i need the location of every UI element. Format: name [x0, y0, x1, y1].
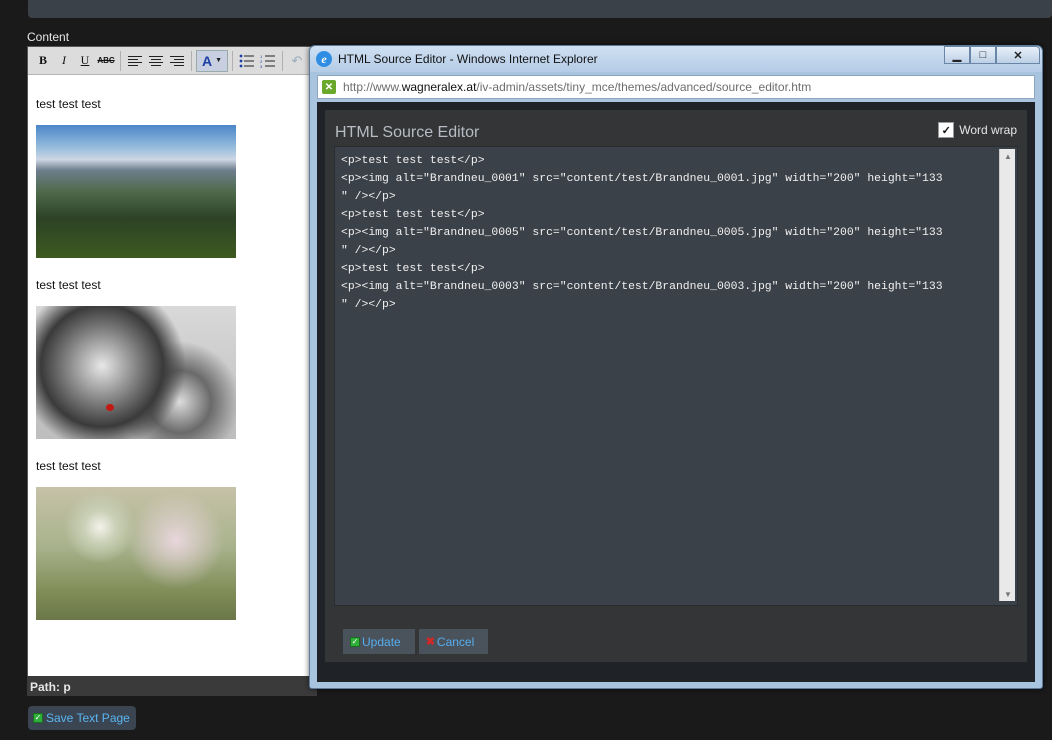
scroll-up-icon[interactable]: ▲ — [1000, 149, 1016, 163]
document-paragraph[interactable]: test test test — [36, 97, 308, 111]
editor-document[interactable]: test test test test test test test test … — [28, 75, 316, 620]
top-panel-bar — [28, 0, 1052, 18]
undo-button[interactable]: ↶ — [287, 51, 307, 71]
undo-icon: ↶ — [291, 52, 303, 68]
bullet-list-button[interactable] — [237, 51, 257, 71]
address-prefix: http://www. — [343, 80, 402, 94]
cancel-label: Cancel — [436, 634, 475, 649]
word-wrap-label: Word wrap — [959, 123, 1017, 137]
address-path: /iv-admin/assets/tiny_mce/themes/advance… — [476, 80, 812, 94]
source-line: " /></p> — [341, 191, 396, 203]
update-label: Update — [362, 634, 401, 649]
internet-explorer-icon: e — [316, 51, 332, 67]
align-center-button[interactable] — [146, 51, 166, 71]
italic-button[interactable]: I — [54, 51, 74, 71]
align-left-icon — [128, 55, 142, 66]
address-bar[interactable]: ✕ http://www. wagneralex.at/iv-admin/asse… — [317, 75, 1035, 99]
cancel-x-icon: ✖ — [425, 636, 435, 648]
source-line: " /></p> — [341, 299, 396, 311]
thistle-image[interactable] — [36, 306, 236, 439]
save-text-page-label: Save Text Page — [46, 711, 130, 725]
align-left-button[interactable] — [125, 51, 145, 71]
source-line: <p><img alt="Brandneu_0005" src="content… — [341, 227, 943, 239]
flower-image[interactable] — [36, 487, 236, 620]
chevron-down-icon: ▼ — [215, 57, 223, 64]
scroll-down-icon[interactable]: ▼ — [1000, 587, 1016, 601]
save-text-page-button[interactable]: ✓ Save Text Page — [28, 706, 136, 730]
numbered-list-button[interactable]: 123 — [258, 51, 278, 71]
word-wrap-checkbox[interactable]: ✓ — [938, 122, 955, 138]
element-path-bar: Path: p — [27, 676, 317, 696]
toolbar-divider — [191, 50, 192, 71]
ie-popup-window: e HTML Source Editor - Windows Internet … — [309, 45, 1043, 689]
source-line: <p>test test test</p> — [341, 155, 485, 167]
strikethrough-button[interactable]: ABC — [96, 51, 116, 71]
cancel-button[interactable]: ✖ Cancel — [418, 629, 489, 654]
ie-title-bar[interactable]: e HTML Source Editor - Windows Internet … — [310, 46, 1042, 72]
underline-button[interactable]: U — [75, 51, 95, 71]
source-line: <p>test test test</p> — [341, 263, 485, 275]
toolbar-divider — [282, 50, 283, 71]
editor-toolbar: B I U ABC A ▼ 123 ↶ — [28, 47, 316, 75]
numbered-list-icon: 123 — [260, 54, 275, 68]
font-color-icon: A — [201, 52, 213, 69]
minimize-button[interactable]: ▁ — [944, 46, 970, 64]
close-icon: ✕ — [1013, 49, 1023, 62]
close-window-button[interactable]: ✕ — [996, 46, 1040, 64]
toolbar-divider — [232, 50, 233, 71]
word-wrap-toggle[interactable]: ✓ Word wrap — [938, 122, 1017, 138]
checkmark-icon: ✓ — [350, 636, 360, 647]
window-controls: ▁ □ ✕ — [944, 46, 1040, 64]
update-button[interactable]: ✓ Update — [343, 629, 415, 654]
checkmark-icon: ✓ — [33, 713, 43, 723]
source-textarea[interactable]: <p>test test test</p> <p><img alt="Brandn… — [334, 146, 1018, 606]
ie-content-area: HTML Source Editor ✓ Word wrap <p>test t… — [317, 102, 1035, 682]
page-status-icon: ✕ — [322, 80, 336, 94]
maximize-button[interactable]: □ — [970, 46, 996, 64]
ladybug-detail — [106, 404, 114, 411]
source-line: <p>test test test</p> — [341, 209, 485, 221]
bold-button[interactable]: B — [33, 51, 53, 71]
source-scrollbar[interactable]: ▲ ▼ — [999, 149, 1015, 601]
align-center-icon — [149, 55, 163, 66]
source-line: <p><img alt="Brandneu_0001" src="content… — [341, 173, 943, 185]
document-paragraph[interactable]: test test test — [36, 278, 308, 292]
mountain-image[interactable] — [36, 125, 236, 258]
maximize-icon: □ — [979, 49, 987, 61]
content-label: Content — [27, 30, 70, 44]
dialog-title: HTML Source Editor — [335, 124, 480, 141]
align-right-button[interactable] — [167, 51, 187, 71]
address-domain: wagneralex.at — [401, 80, 477, 94]
toolbar-divider — [120, 50, 121, 71]
align-right-icon — [170, 55, 184, 66]
bullet-list-icon — [239, 54, 254, 67]
document-paragraph[interactable]: test test test — [36, 459, 308, 473]
font-color-button[interactable]: A ▼ — [196, 49, 228, 72]
source-code[interactable]: <p>test test test</p> <p><img alt="Brandn… — [335, 147, 1017, 319]
source-line: " /></p> — [341, 245, 396, 257]
dialog-buttons: ✓ Update ✖ Cancel — [343, 629, 489, 654]
window-title: HTML Source Editor - Windows Internet Ex… — [338, 52, 598, 66]
svg-text:3: 3 — [260, 64, 263, 68]
source-editor-dialog: HTML Source Editor ✓ Word wrap <p>test t… — [325, 110, 1027, 662]
minimize-icon: ▁ — [952, 49, 962, 62]
rich-text-editor[interactable]: B I U ABC A ▼ 123 ↶ test test test test — [27, 46, 317, 696]
source-line: <p><img alt="Brandneu_0003" src="content… — [341, 281, 943, 293]
